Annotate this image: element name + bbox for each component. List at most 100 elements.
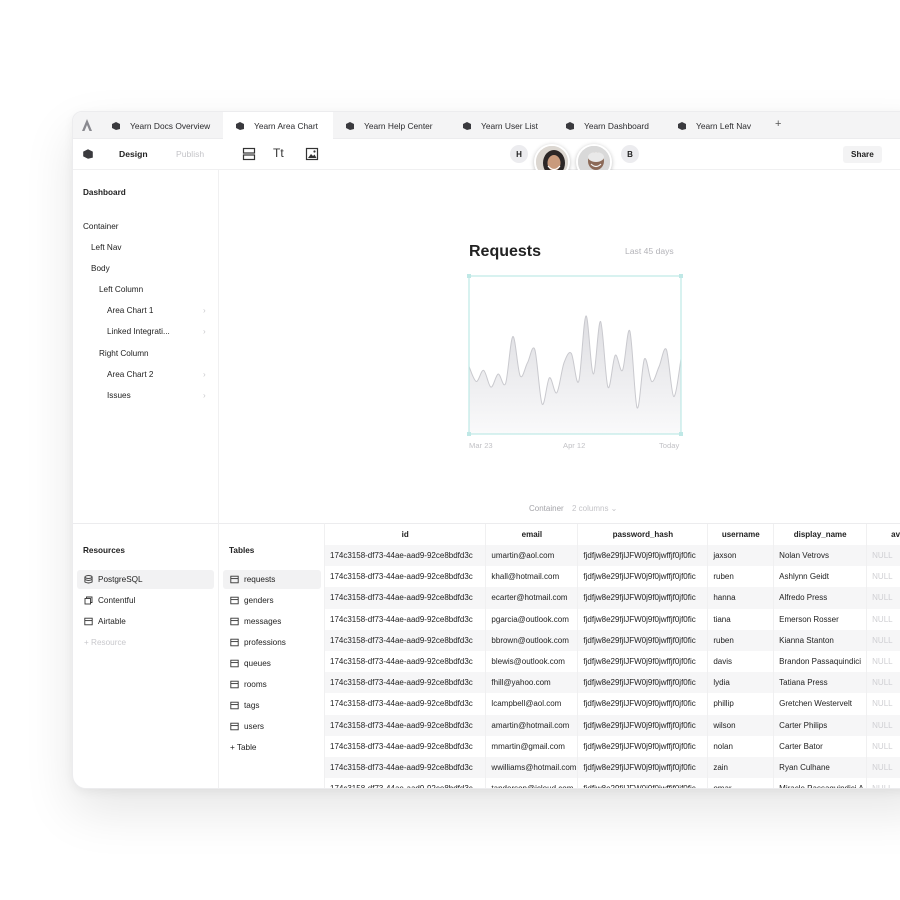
table-row[interactable]: 174c3158-df73-44ae-aad9-92ce8bdfd3c umart… — [325, 545, 900, 567]
table-cell[interactable]: NULL — [866, 608, 900, 630]
table-cell[interactable]: pgarcia@outlook.com — [485, 608, 579, 630]
table-cell[interactable]: NULL — [866, 545, 900, 567]
chevron-right-icon[interactable]: › — [203, 391, 206, 400]
table-cell[interactable]: Kianna Stanton — [773, 629, 868, 651]
table-cell[interactable]: ruben — [707, 566, 775, 588]
tree-item-area-chart-1[interactable]: Area Chart 1 — [107, 306, 153, 315]
image-tool-icon[interactable] — [305, 147, 319, 161]
table-cell[interactable]: Tatiana Press — [773, 672, 868, 694]
selection-handle[interactable] — [467, 432, 471, 436]
table-cell[interactable]: Alfredo Press — [773, 587, 868, 609]
column-header[interactable]: id — [325, 524, 487, 545]
table-cell[interactable]: 174c3158-df73-44ae-aad9-92ce8bdfd3c — [325, 778, 487, 788]
table-cell[interactable]: 174c3158-df73-44ae-aad9-92ce8bdfd3c — [325, 629, 487, 651]
column-header[interactable]: username — [707, 524, 775, 545]
table-item-messages[interactable]: messages — [223, 612, 321, 631]
table-cell[interactable]: Nolan Vetrovs — [773, 545, 868, 567]
table-row[interactable]: 174c3158-df73-44ae-aad9-92ce8bdfd3c amart… — [325, 714, 900, 736]
table-row[interactable]: 174c3158-df73-44ae-aad9-92ce8bdfd3c khall… — [325, 566, 900, 588]
table-cell[interactable]: Carter Philips — [773, 714, 868, 736]
resource-postgresql[interactable]: PostgreSQL — [77, 570, 214, 589]
table-cell[interactable]: fjdfjw8e29fjlJFW0j9f0jwffjf0jf0fic — [577, 608, 709, 630]
table-cell[interactable]: Gretchen Westervelt — [773, 693, 868, 715]
table-item-queues[interactable]: queues — [223, 654, 321, 673]
chevron-right-icon[interactable]: › — [203, 370, 206, 379]
table-cell[interactable]: fhill@yahoo.com — [485, 672, 579, 694]
table-cell[interactable]: lcampbell@aol.com — [485, 693, 579, 715]
table-cell[interactable]: NULL — [866, 566, 900, 588]
add-table-button[interactable]: + Table — [223, 738, 321, 757]
chevron-right-icon[interactable]: › — [203, 327, 206, 336]
column-header[interactable]: display_name — [773, 524, 868, 545]
table-cell[interactable]: NULL — [866, 587, 900, 609]
table-cell[interactable]: 174c3158-df73-44ae-aad9-92ce8bdfd3c — [325, 650, 487, 673]
table-cell[interactable]: NULL — [866, 714, 900, 736]
table-cell[interactable]: 174c3158-df73-44ae-aad9-92ce8bdfd3c — [325, 756, 487, 779]
table-item-users[interactable]: users — [223, 717, 321, 736]
table-cell[interactable]: 174c3158-df73-44ae-aad9-92ce8bdfd3c — [325, 608, 487, 630]
table-cell[interactable]: ecarter@hotmail.com — [485, 587, 579, 609]
table-cell[interactable]: NULL — [866, 629, 900, 651]
column-header[interactable]: password_hash — [577, 524, 709, 545]
table-row[interactable]: 174c3158-df73-44ae-aad9-92ce8bdfd3c pgarc… — [325, 608, 900, 630]
table-cell[interactable]: Ryan Culhane — [773, 756, 868, 779]
design-mode-tab[interactable]: Design — [119, 149, 148, 159]
tree-item-body[interactable]: Body — [91, 264, 110, 273]
table-row[interactable]: 174c3158-df73-44ae-aad9-92ce8bdfd3c lcamp… — [325, 693, 900, 715]
table-cell[interactable]: zain — [707, 756, 775, 779]
container-columns-dropdown[interactable]: 2 columns ⌄ — [572, 504, 617, 513]
table-cell[interactable]: 174c3158-df73-44ae-aad9-92ce8bdfd3c — [325, 735, 487, 757]
table-cell[interactable]: fjdfjw8e29fjlJFW0j9f0jwffjf0jf0fic — [577, 756, 709, 779]
design-canvas[interactable]: Requests Last 45 days Mar 23 Apr 12 Toda… — [219, 170, 900, 523]
selection-handle[interactable] — [467, 274, 471, 278]
chevron-right-icon[interactable]: › — [203, 306, 206, 315]
tab-dashboard[interactable]: Yearn Dashboard — [565, 112, 661, 139]
table-cell[interactable]: wilson — [707, 714, 775, 736]
tab-docs-overview[interactable]: Yearn Docs Overview — [107, 112, 219, 139]
tab-left-nav[interactable]: Yearn Left Nav — [677, 112, 767, 139]
table-cell[interactable]: 174c3158-df73-44ae-aad9-92ce8bdfd3c — [325, 566, 487, 588]
table-cell[interactable]: fjdfjw8e29fjlJFW0j9f0jwffjf0jf0fic — [577, 650, 709, 673]
table-cell[interactable]: 174c3158-df73-44ae-aad9-92ce8bdfd3c — [325, 545, 487, 567]
table-cell[interactable]: bbrown@outlook.com — [485, 629, 579, 651]
table-cell[interactable]: umartin@aol.com — [485, 545, 579, 567]
table-cell[interactable]: fjdfjw8e29fjlJFW0j9f0jwffjf0jf0fic — [577, 587, 709, 609]
table-cell[interactable]: khall@hotmail.com — [485, 566, 579, 588]
workspace-logo-icon[interactable] — [82, 148, 94, 160]
tab-user-list[interactable]: Yearn User List — [462, 112, 552, 139]
table-cell[interactable]: fjdfjw8e29fjlJFW0j9f0jwffjf0jf0fic — [577, 629, 709, 651]
table-cell[interactable]: jaxson — [707, 545, 775, 567]
table-cell[interactable]: Emerson Rosser — [773, 608, 868, 630]
table-cell[interactable]: wwilliams@hotmail.com — [485, 756, 579, 779]
table-cell[interactable]: fjdfjw8e29fjlJFW0j9f0jwffjf0jf0fic — [577, 693, 709, 715]
table-row[interactable]: 174c3158-df73-44ae-aad9-92ce8bdfd3c wwill… — [325, 756, 900, 779]
add-tab-button[interactable]: + — [775, 118, 781, 130]
table-cell[interactable]: fjdfjw8e29fjlJFW0j9f0jwffjf0jf0fic — [577, 566, 709, 588]
table-cell[interactable]: omar — [707, 778, 775, 788]
table-cell[interactable]: fjdfjw8e29fjlJFW0j9f0jwffjf0jf0fic — [577, 672, 709, 694]
data-grid[interactable]: id email password_hash username display_… — [325, 523, 900, 788]
share-button[interactable]: Share — [843, 146, 882, 163]
table-cell[interactable]: 174c3158-df73-44ae-aad9-92ce8bdfd3c — [325, 714, 487, 736]
table-item-genders[interactable]: genders — [223, 591, 321, 610]
table-row[interactable]: 174c3158-df73-44ae-aad9-92ce8bdfd3c mmart… — [325, 735, 900, 757]
table-cell[interactable]: mmartin@gmail.com — [485, 735, 579, 757]
table-cell[interactable]: NULL — [866, 672, 900, 694]
table-cell[interactable]: hanna — [707, 587, 775, 609]
table-cell[interactable]: phillip — [707, 693, 775, 715]
container-label[interactable]: Container — [529, 504, 564, 513]
table-cell[interactable]: Brandon Passaquindici — [773, 650, 868, 673]
table-item-tags[interactable]: tags — [223, 696, 321, 715]
table-item-professions[interactable]: professions — [223, 633, 321, 652]
collaborator-avatar-b[interactable]: B — [621, 145, 639, 163]
table-row[interactable]: 174c3158-df73-44ae-aad9-92ce8bdfd3c fhill… — [325, 672, 900, 694]
table-cell[interactable]: NULL — [866, 778, 900, 788]
table-cell[interactable]: tiana — [707, 608, 775, 630]
app-logo-icon[interactable] — [81, 118, 93, 132]
selection-handle[interactable] — [679, 432, 683, 436]
table-row[interactable]: 174c3158-df73-44ae-aad9-92ce8bdfd3c blewi… — [325, 650, 900, 673]
add-resource-button[interactable]: + Resource — [77, 633, 214, 652]
tree-item-right-column[interactable]: Right Column — [99, 349, 149, 358]
table-cell[interactable]: amartin@hotmail.com — [485, 714, 579, 736]
publish-mode-tab[interactable]: Publish — [176, 149, 204, 159]
